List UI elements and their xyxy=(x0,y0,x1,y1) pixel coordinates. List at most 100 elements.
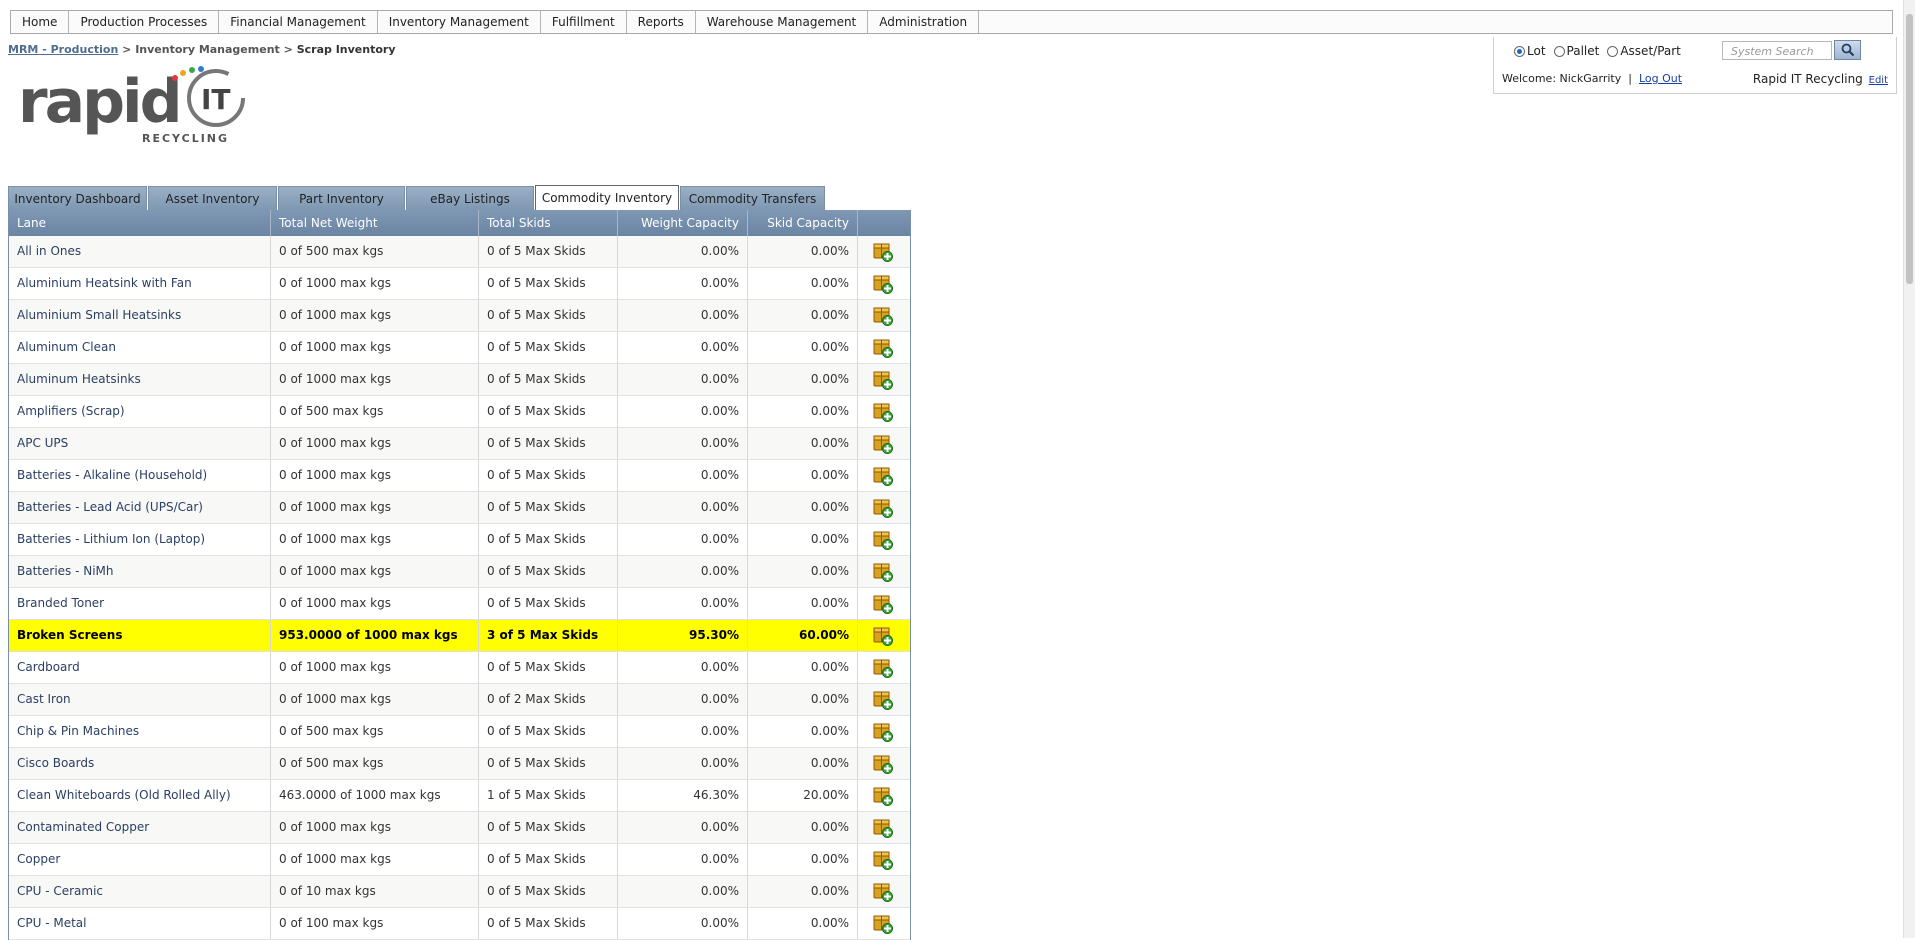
add-skid-icon xyxy=(873,755,893,774)
cell-weight-capacity: 0.00% xyxy=(618,652,748,683)
add-skid-button[interactable] xyxy=(858,268,908,299)
nav-home[interactable]: Home xyxy=(11,11,70,33)
column-header-skid-capacity[interactable]: Skid Capacity xyxy=(748,210,858,236)
cell-skid-capacity: 0.00% xyxy=(748,268,858,299)
cell-weight-capacity: 0.00% xyxy=(618,556,748,587)
cell-total-skids: 0 of 5 Max Skids xyxy=(479,908,618,939)
cell-weight-capacity: 46.30% xyxy=(618,780,748,811)
add-skid-icon xyxy=(873,499,893,518)
cell-total-net-weight: 0 of 1000 max kgs xyxy=(271,428,479,459)
add-skid-button[interactable] xyxy=(858,396,908,427)
cell-skid-capacity: 0.00% xyxy=(748,364,858,395)
radio-lot-label: Lot xyxy=(1527,44,1546,58)
add-skid-icon xyxy=(873,627,893,646)
cell-lane: Branded Toner xyxy=(9,588,271,619)
add-skid-icon xyxy=(873,371,893,390)
tab-inventory-dashboard[interactable]: Inventory Dashboard xyxy=(8,186,147,210)
cell-skid-capacity: 0.00% xyxy=(748,588,858,619)
cell-lane: Chip & Pin Machines xyxy=(9,716,271,747)
add-skid-button[interactable] xyxy=(858,588,908,619)
add-skid-button[interactable] xyxy=(858,300,908,331)
cell-weight-capacity: 0.00% xyxy=(618,876,748,907)
nav-inventory-management[interactable]: Inventory Management xyxy=(378,11,541,33)
add-skid-icon xyxy=(873,787,893,806)
add-skid-button[interactable] xyxy=(858,812,908,843)
add-skid-icon xyxy=(873,851,893,870)
column-header-weight-capacity[interactable]: Weight Capacity xyxy=(618,210,748,236)
cell-skid-capacity: 0.00% xyxy=(748,716,858,747)
add-skid-button[interactable] xyxy=(858,556,908,587)
cell-weight-capacity: 0.00% xyxy=(618,588,748,619)
cell-weight-capacity: 0.00% xyxy=(618,236,748,267)
cell-weight-capacity: 0.00% xyxy=(618,268,748,299)
radio-pallet[interactable]: Pallet xyxy=(1553,44,1600,58)
cell-lane: Batteries - NiMh xyxy=(9,556,271,587)
nav-administration[interactable]: Administration xyxy=(868,11,980,33)
radio-pallet-label: Pallet xyxy=(1566,44,1600,58)
add-skid-button[interactable] xyxy=(858,844,908,875)
add-skid-button[interactable] xyxy=(858,748,908,779)
column-header-lane[interactable]: Lane xyxy=(9,210,271,236)
vertical-scrollbar[interactable] xyxy=(1903,0,1915,938)
cell-skid-capacity: 0.00% xyxy=(748,236,858,267)
tab-part-inventory[interactable]: Part Inventory xyxy=(278,186,405,210)
add-skid-button[interactable] xyxy=(858,908,908,939)
add-skid-button[interactable] xyxy=(858,524,908,555)
nav-financial-management[interactable]: Financial Management xyxy=(219,11,378,33)
cell-skid-capacity: 0.00% xyxy=(748,460,858,491)
cell-lane: Aluminum Heatsinks xyxy=(9,364,271,395)
radio-lot[interactable]: Lot xyxy=(1514,44,1546,58)
cell-weight-capacity: 0.00% xyxy=(618,460,748,491)
radio-asset-part[interactable]: Asset/Part xyxy=(1607,44,1681,58)
radio-pallet-button[interactable] xyxy=(1553,45,1565,57)
cell-skid-capacity: 0.00% xyxy=(748,844,858,875)
cell-total-skids: 0 of 5 Max Skids xyxy=(479,844,618,875)
radio-lot-button[interactable] xyxy=(1514,45,1525,57)
cell-weight-capacity: 0.00% xyxy=(618,716,748,747)
cell-total-skids: 0 of 5 Max Skids xyxy=(479,236,618,267)
table-row: Batteries - Alkaline (Household) 0 of 100… xyxy=(9,460,910,492)
nav-fulfillment[interactable]: Fulfillment xyxy=(541,11,627,33)
search-button[interactable] xyxy=(1834,40,1861,60)
logout-link[interactable]: Log Out xyxy=(1639,72,1682,85)
nav-production-processes[interactable]: Production Processes xyxy=(69,11,220,33)
column-header-total-skids[interactable]: Total Skids xyxy=(479,210,618,236)
add-skid-button[interactable] xyxy=(858,332,908,363)
nav-warehouse-management[interactable]: Warehouse Management xyxy=(696,11,869,33)
add-skid-button[interactable] xyxy=(858,652,908,683)
table-row: Amplifiers (Scrap) 0 of 500 max kgs 0 of 5… xyxy=(9,396,910,428)
cell-total-net-weight: 0 of 1000 max kgs xyxy=(271,524,479,555)
cell-weight-capacity: 0.00% xyxy=(618,684,748,715)
tab-commodity-inventory[interactable]: Commodity Inventory xyxy=(535,185,679,210)
logo-sub-text: RECYCLING xyxy=(142,132,229,145)
edit-company-link[interactable]: Edit xyxy=(1869,75,1888,86)
radio-asset-part-button[interactable] xyxy=(1607,45,1619,57)
tab-ebay-listings[interactable]: eBay Listings xyxy=(406,186,534,210)
add-skid-button[interactable] xyxy=(858,428,908,459)
add-skid-button[interactable] xyxy=(858,620,908,651)
inventory-tabs: Inventory Dashboard Asset Inventory Part… xyxy=(8,185,826,210)
add-skid-button[interactable] xyxy=(858,684,908,715)
cell-total-net-weight: 0 of 1000 max kgs xyxy=(271,332,479,363)
column-header-total-net-weight[interactable]: Total Net Weight xyxy=(271,210,479,236)
scrollbar-thumb[interactable] xyxy=(1906,14,1913,284)
add-skid-button[interactable] xyxy=(858,236,908,267)
nav-reports[interactable]: Reports xyxy=(627,11,696,33)
add-skid-button[interactable] xyxy=(858,716,908,747)
add-skid-button[interactable] xyxy=(858,364,908,395)
table-header: Lane Total Net Weight Total Skids Weight… xyxy=(9,210,910,236)
breadcrumb-root-link[interactable]: MRM - Production xyxy=(8,43,118,56)
add-skid-button[interactable] xyxy=(858,876,908,907)
add-skid-icon xyxy=(873,563,893,582)
cell-total-net-weight: 0 of 1000 max kgs xyxy=(271,812,479,843)
breadcrumb-separator: > xyxy=(122,43,132,56)
add-skid-button[interactable] xyxy=(858,780,908,811)
tab-asset-inventory[interactable]: Asset Inventory xyxy=(148,186,277,210)
cell-total-skids: 0 of 5 Max Skids xyxy=(479,524,618,555)
tab-commodity-transfers[interactable]: Commodity Transfers xyxy=(680,186,825,210)
system-search-input[interactable]: System Search xyxy=(1722,41,1832,60)
cell-total-net-weight: 0 of 1000 max kgs xyxy=(271,684,479,715)
add-skid-button[interactable] xyxy=(858,492,908,523)
add-skid-button[interactable] xyxy=(858,460,908,491)
cell-total-skids: 0 of 5 Max Skids xyxy=(479,364,618,395)
